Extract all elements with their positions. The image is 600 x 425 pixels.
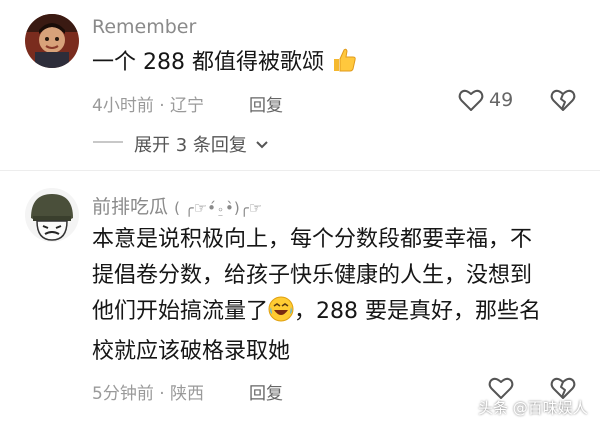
comment-meta: 4小时前 · 辽宁 bbox=[92, 91, 204, 116]
comment-text-segment: 他们开始搞流量了 bbox=[92, 299, 269, 324]
comment-username[interactable]: 前排吃瓜 ( ╭☞•́⍛•̀)╭☞ bbox=[92, 192, 262, 219]
comment-location: 辽宁 bbox=[170, 96, 205, 116]
comment-username[interactable]: Remember bbox=[92, 16, 196, 38]
comment-text-line: 他们开始搞流量了 ，288 要是真好，那些名 bbox=[92, 294, 592, 334]
like-count: 49 bbox=[489, 89, 514, 111]
expand-divider-line bbox=[93, 141, 123, 143]
expand-replies-button[interactable]: 展开 3 条回复 bbox=[134, 131, 269, 157]
comment-text: 一个 288 都值得被歌颂 bbox=[92, 45, 357, 85]
reply-button[interactable]: 回复 bbox=[249, 379, 283, 404]
laugh-cry-icon bbox=[268, 296, 294, 334]
comment-divider bbox=[0, 170, 600, 171]
meta-separator: · bbox=[159, 96, 165, 116]
comment-username-suffix: ( ╭☞•́⍛•̀)╭☞ bbox=[174, 199, 263, 217]
comment-text: 本意是说积极向上，每个分数段都要幸福，不 提倡卷分数，给孩子快乐健康的人生，没想… bbox=[92, 222, 592, 370]
comment-text-line: 校就应该破格录取她 bbox=[92, 339, 291, 364]
watermark: 头条 @百味娱人 bbox=[478, 399, 588, 417]
expand-replies-label: 展开 3 条回复 bbox=[134, 135, 247, 156]
chevron-down-icon bbox=[255, 134, 269, 155]
comment-location: 陕西 bbox=[170, 384, 205, 404]
comment-text-line: 提倡卷分数，给孩子快乐健康的人生，没想到 bbox=[92, 263, 533, 288]
comment-meta: 5分钟前 · 陕西 bbox=[92, 379, 204, 404]
comment-time: 4小时前 bbox=[92, 96, 154, 116]
thumbs-up-icon bbox=[331, 47, 357, 85]
dislike-broken-heart-icon[interactable] bbox=[550, 88, 576, 116]
comment-text-line: 本意是说积极向上，每个分数段都要幸福，不 bbox=[92, 227, 533, 252]
comment-time: 5分钟前 bbox=[92, 384, 154, 404]
avatar-qianpai[interactable] bbox=[25, 188, 79, 242]
meta-separator: · bbox=[159, 384, 165, 404]
comment-text-body: 一个 288 都值得被歌颂 bbox=[92, 50, 324, 75]
reply-button[interactable]: 回复 bbox=[249, 91, 283, 116]
like-heart-icon[interactable] bbox=[458, 88, 484, 116]
avatar-remember[interactable] bbox=[25, 14, 79, 68]
comment-username-text: 前排吃瓜 bbox=[92, 196, 169, 218]
comment-text-segment: ，288 要是真好，那些名 bbox=[294, 299, 542, 324]
